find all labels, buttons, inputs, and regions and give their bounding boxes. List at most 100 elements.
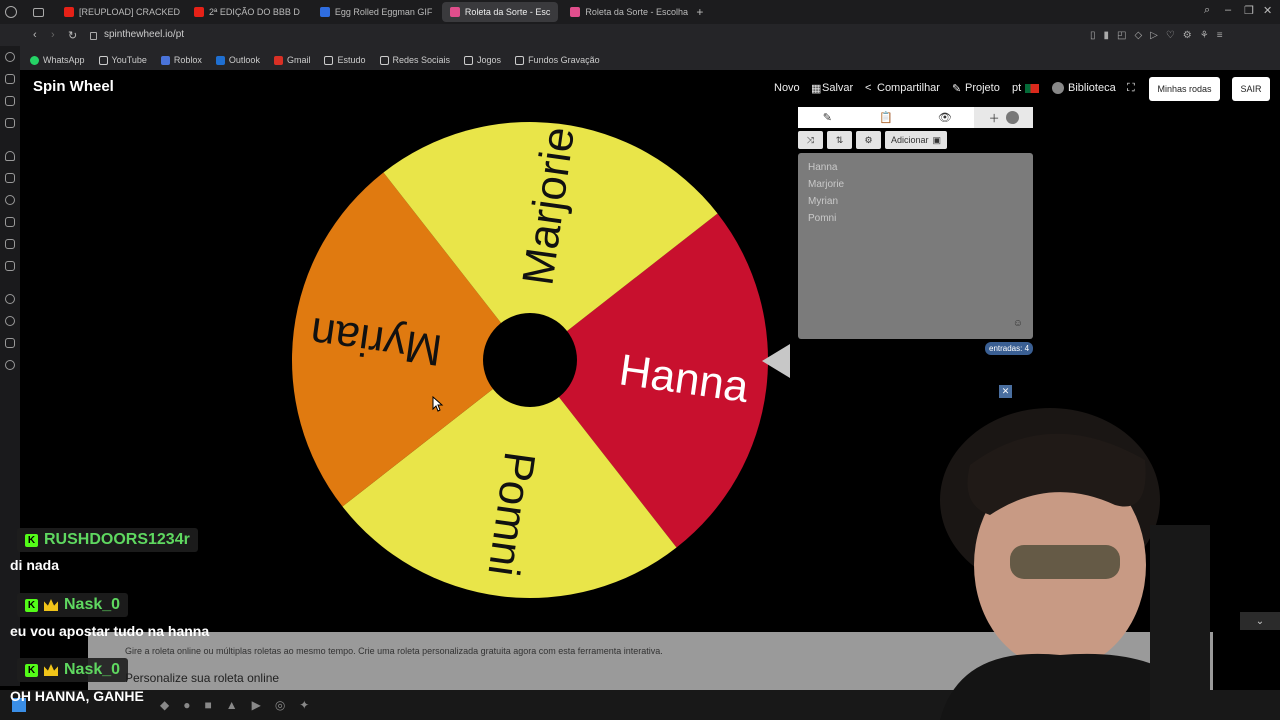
novo-button[interactable]: Novo xyxy=(774,82,800,94)
biblioteca-button[interactable]: Biblioteca xyxy=(1068,82,1116,94)
projeto-button[interactable]: Projeto xyxy=(965,82,1000,94)
forward-icon[interactable]: › xyxy=(51,29,55,41)
chat-message: OH HANNA, GANHE xyxy=(10,688,144,704)
hide-tab[interactable]: 👁 xyxy=(916,107,975,128)
pencil-icon[interactable]: ✎ xyxy=(952,82,961,95)
sort-button[interactable]: ⇅ xyxy=(827,131,852,149)
close-window-icon[interactable]: ✕ xyxy=(1263,4,1272,17)
tab-title: Roleta da Sorte - Escolha xyxy=(585,7,688,17)
clock-icon[interactable] xyxy=(5,316,15,326)
plus-icon: ＋ xyxy=(988,112,1000,125)
add-wheel-tab[interactable]: ＋ xyxy=(974,107,1033,128)
image-icon: ▣ xyxy=(932,134,942,145)
browser-logo-icon[interactable] xyxy=(5,6,17,18)
bookmark-label: Outlook xyxy=(228,55,260,65)
entries-toolbar: ⤨ ⇅ ⚙ Adicionar ▣ xyxy=(798,131,948,149)
wheel-site-icon xyxy=(449,7,460,17)
whatsapp-rail-icon[interactable] xyxy=(5,195,15,205)
lock-icon xyxy=(90,32,97,40)
clipboard-tab[interactable]: 📋 xyxy=(857,107,916,128)
settings-icon[interactable] xyxy=(5,360,15,370)
share-icon[interactable]: < xyxy=(865,82,871,94)
reload-icon[interactable]: ↻ xyxy=(68,29,77,42)
maximize-icon[interactable]: ❐ xyxy=(1244,4,1254,17)
bookmark-label: WhatsApp xyxy=(43,55,85,65)
compartilhar-button[interactable]: Compartilhar xyxy=(877,82,940,94)
chat-username: K RUSHDOORS1234r xyxy=(17,528,198,552)
bookmark-outlook[interactable]: Outlook xyxy=(215,55,260,65)
bookmark-fundos-gravacao[interactable]: Fundos Gravação xyxy=(515,55,600,65)
minimize-icon[interactable]: – xyxy=(1225,4,1231,16)
shuffle-button[interactable]: ⤨ xyxy=(798,131,823,149)
mail-icon[interactable] xyxy=(5,118,15,128)
mouse-cursor-icon xyxy=(432,396,444,412)
spin-wheel-logo[interactable]: Spin Wheel xyxy=(33,78,114,95)
tab-0[interactable]: [REUPLOAD] CRACKED E xyxy=(56,2,182,22)
spin-wheel[interactable]: HannaPomniMyrianMarjorie xyxy=(290,120,770,600)
tab-3[interactable]: Roleta da Sorte - Esc xyxy=(441,2,559,22)
tab-title: Egg Rolled Eggman GIF xyxy=(334,7,433,17)
extensions-icons[interactable]: ▯▮◰◇▷♡⚙⚘≡ xyxy=(1090,30,1231,41)
bookmark-gmail[interactable]: Gmail xyxy=(273,55,310,65)
emoji-icon[interactable]: ☺ xyxy=(1013,318,1023,329)
tiktok-icon[interactable] xyxy=(5,239,15,249)
bookmark-jogos[interactable]: Jogos xyxy=(464,55,501,65)
layers-icon[interactable] xyxy=(5,96,15,106)
url-field[interactable]: spinthewheel.io/pt xyxy=(104,29,184,40)
taskbar-app-icons[interactable]: ◆●■▲▶◎✦ xyxy=(160,698,323,712)
tab-4[interactable]: Roleta da Sorte - Escolha xyxy=(562,2,688,22)
gif-icon xyxy=(319,7,330,17)
wheel-mini-icon xyxy=(1005,111,1019,124)
outlook-icon xyxy=(215,55,225,65)
entries-textarea[interactable]: Hanna Marjorie Myrian Pomni ☺ xyxy=(798,153,1033,339)
bookmark-youtube[interactable]: YouTube xyxy=(98,55,147,65)
bookmark-estudo[interactable]: Estudo xyxy=(324,55,366,65)
history-icon[interactable] xyxy=(5,52,15,62)
tab-list-icon[interactable] xyxy=(33,7,44,17)
salvar-button[interactable]: Salvar xyxy=(822,82,853,94)
bookmark-label: Roblox xyxy=(173,55,202,65)
streamer-webcam xyxy=(940,408,1210,720)
gmail-icon xyxy=(273,55,283,65)
instagram-icon[interactable] xyxy=(5,217,15,227)
clipboard-icon: 📋 xyxy=(879,112,893,124)
fullscreen-icon[interactable]: ⛶ xyxy=(1127,82,1135,95)
minhas-rodas-button[interactable]: Minhas rodas xyxy=(1149,77,1220,101)
language-select[interactable]: pt xyxy=(1012,82,1021,94)
sair-button[interactable]: SAIR xyxy=(1232,77,1270,101)
bookmark-whatsapp[interactable]: WhatsApp xyxy=(30,55,85,65)
tab-1[interactable]: 2ª EDIÇÃO DO BBB D xyxy=(186,2,308,22)
edit-tab[interactable]: ✎ xyxy=(798,107,857,128)
entry-item: Marjorie xyxy=(808,179,845,190)
tab-2[interactable]: Egg Rolled Eggman GIF xyxy=(312,2,438,22)
x-icon[interactable] xyxy=(5,261,15,271)
entry-item: Myrian xyxy=(808,196,839,207)
adicionar-button[interactable]: Adicionar ▣ xyxy=(885,131,948,149)
back-icon[interactable]: ‹ xyxy=(33,29,37,41)
extension-icon[interactable] xyxy=(5,338,15,348)
eye-off-icon: 👁 xyxy=(937,112,952,124)
chat-username: K Nask_0 xyxy=(17,658,129,682)
entry-item: Hanna xyxy=(808,162,838,173)
close-ad-icon[interactable]: ✕ xyxy=(999,385,1012,398)
panel-tab-bar: ✎ 📋 👁 ＋ xyxy=(798,107,1033,128)
biblioteca-icon[interactable] xyxy=(1052,82,1064,94)
play-icon[interactable] xyxy=(5,294,15,304)
wheel-hub[interactable] xyxy=(483,313,577,407)
save-icon[interactable]: ▦ xyxy=(811,82,821,95)
bookmark-redes-sociais[interactable]: Redes Sociais xyxy=(379,55,450,65)
tab-title: [REUPLOAD] CRACKED E xyxy=(79,7,182,17)
footer-heading: Personalize sua roleta online xyxy=(125,671,280,685)
settings-button[interactable]: ⚙ xyxy=(856,131,881,149)
print-icon[interactable] xyxy=(5,74,15,84)
search-icon[interactable]: ⌕ xyxy=(1204,4,1210,17)
entries-count-badge: entradas: 4 xyxy=(985,342,1034,355)
kick-badge-icon: K xyxy=(25,663,38,677)
fire-icon[interactable] xyxy=(5,151,15,161)
new-tab-icon[interactable]: + xyxy=(696,5,703,19)
screen: [REUPLOAD] CRACKED E 2ª EDIÇÃO DO BBB D … xyxy=(0,0,1280,720)
twitch-icon[interactable] xyxy=(5,173,15,183)
crown-badge-icon xyxy=(44,664,58,676)
bookmark-roblox[interactable]: Roblox xyxy=(160,55,202,65)
crown-badge-icon xyxy=(44,599,58,611)
